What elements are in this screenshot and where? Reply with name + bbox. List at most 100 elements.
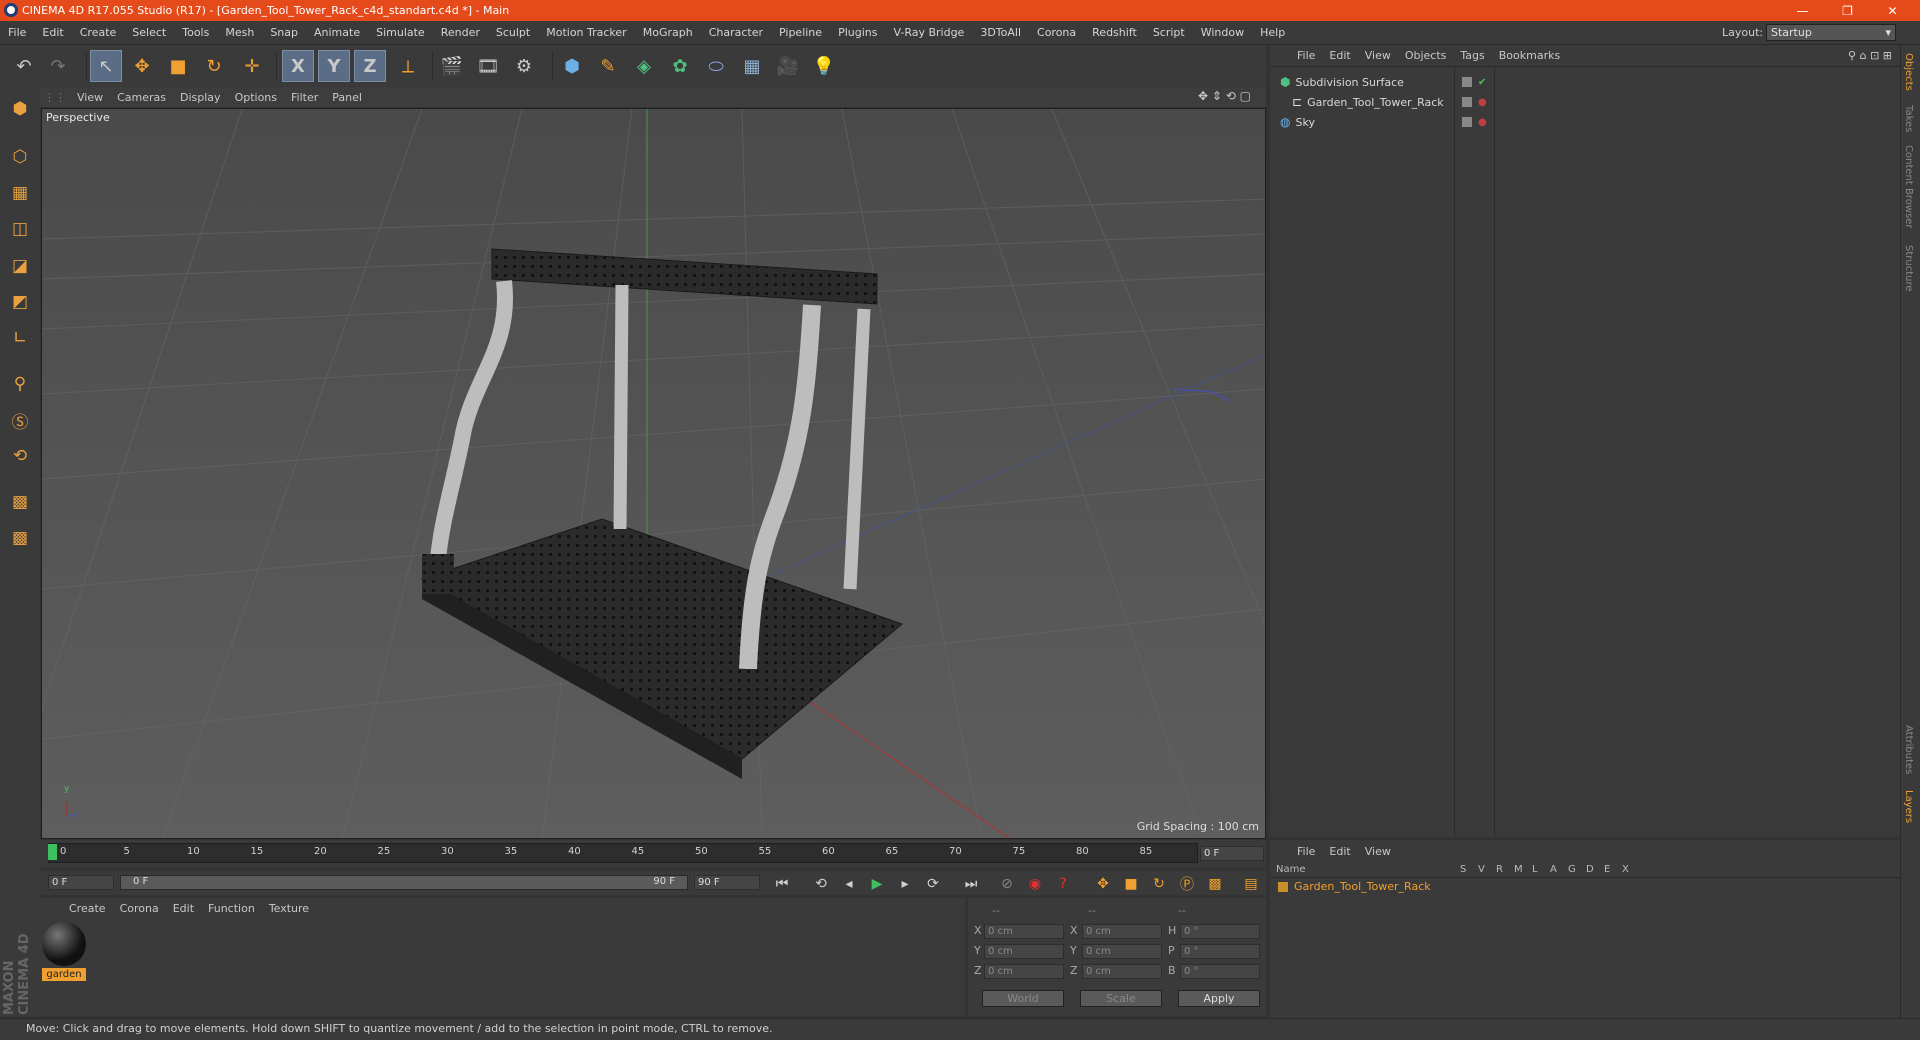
render-view-button[interactable]: 🎬 <box>436 50 468 82</box>
right-tab-layers[interactable]: Layers <box>1903 790 1914 823</box>
menu-item-plugins[interactable]: Plugins <box>830 26 885 39</box>
z-axis-lock-button[interactable]: Z <box>354 50 386 82</box>
select-tool-button[interactable]: ↖ <box>90 50 122 82</box>
next-keyframe-icon[interactable]: ⟳ <box>922 874 944 894</box>
object-row[interactable]: ⬢ Subdivision Surface ✔ <box>1274 73 1894 91</box>
end-frame-field[interactable]: 90 F <box>694 875 760 890</box>
object-row[interactable]: ◍ Sky ● <box>1274 113 1894 131</box>
menu-item-character[interactable]: Character <box>701 26 771 39</box>
layer-menu-edit[interactable]: Edit <box>1322 845 1357 858</box>
position-field[interactable]: 0 cm <box>984 944 1064 959</box>
size-field[interactable]: 0 cm <box>1082 944 1162 959</box>
close-button[interactable]: ✕ <box>1870 0 1915 21</box>
material-menu-corona[interactable]: Corona <box>113 902 166 915</box>
left-tool-5-icon[interactable]: ◩ <box>4 286 36 318</box>
menu-item-create[interactable]: Create <box>72 26 125 39</box>
menu-item-tools[interactable]: Tools <box>174 26 217 39</box>
cloner-button[interactable]: ✿ <box>664 50 696 82</box>
left-tool-7-icon[interactable]: ⚲ <box>4 368 36 400</box>
object-row[interactable]: ⊏ Garden_Tool_Tower_Rack ● <box>1274 93 1894 111</box>
viewport-menu-options[interactable]: Options <box>228 91 284 104</box>
menu-item-corona[interactable]: Corona <box>1029 26 1084 39</box>
menu-item-render[interactable]: Render <box>433 26 488 39</box>
rotation-field[interactable]: 0 ° <box>1180 924 1260 939</box>
layer-menu-view[interactable]: View <box>1358 845 1398 858</box>
current-frame-field[interactable]: 0 F <box>1200 846 1264 861</box>
viewport-menu-display[interactable]: Display <box>173 91 228 104</box>
minimize-button[interactable]: — <box>1780 0 1825 21</box>
material-menu-edit[interactable]: Edit <box>166 902 201 915</box>
menu-item-file[interactable]: File <box>0 26 34 39</box>
floor-button[interactable]: ▦ <box>736 50 768 82</box>
layer-row[interactable]: Garden_Tool_Tower_Rack <box>1278 880 1431 893</box>
viewport-menu-cameras[interactable]: Cameras <box>110 91 173 104</box>
key-pla-icon[interactable]: ▩ <box>1204 874 1226 894</box>
object-name[interactable]: Garden_Tool_Tower_Rack <box>1307 96 1444 109</box>
material-menu-texture[interactable]: Texture <box>262 902 316 915</box>
right-tab-structure[interactable]: Structure <box>1903 245 1914 292</box>
left-tool-3-icon[interactable]: ◫ <box>4 213 36 245</box>
object-name[interactable]: Sky <box>1295 116 1314 129</box>
playhead-marker[interactable] <box>48 844 57 860</box>
key-param-icon[interactable]: Ⓟ <box>1176 874 1198 894</box>
viewport-perspective[interactable]: y Perspective Grid Spacing : 100 cm <box>41 108 1266 839</box>
enable-toggle-icon[interactable]: ✔ <box>1478 77 1486 88</box>
material-menu-create[interactable]: Create <box>62 902 113 915</box>
enable-toggle-icon[interactable]: ● <box>1478 97 1487 108</box>
object-name[interactable]: Subdivision Surface <box>1295 76 1403 89</box>
object-menu-tags[interactable]: Tags <box>1453 49 1491 62</box>
menu-item-animate[interactable]: Animate <box>306 26 368 39</box>
record-keys-icon[interactable]: ⊘ <box>996 874 1018 894</box>
position-field[interactable]: 0 cm <box>984 964 1064 979</box>
visibility-toggle-icon[interactable] <box>1462 117 1472 127</box>
pen-spline-button[interactable]: ✎ <box>592 50 624 82</box>
scale-select[interactable]: Scale <box>1080 990 1162 1007</box>
timeline-ruler[interactable]: 051015202530354045505560657075808590 0 F <box>40 840 1266 868</box>
camera-button[interactable]: 🎥 <box>772 50 804 82</box>
viewport-menu-panel[interactable]: Panel <box>325 91 369 104</box>
rotation-field[interactable]: 0 ° <box>1180 944 1260 959</box>
visibility-toggle-icon[interactable] <box>1462 97 1472 107</box>
material-name[interactable]: garden <box>42 968 86 981</box>
object-menu-file[interactable]: File <box>1290 49 1322 62</box>
object-menu-edit[interactable]: Edit <box>1322 49 1357 62</box>
object-menu-objects[interactable]: Objects <box>1398 49 1454 62</box>
timeline-window-icon[interactable]: ▤ <box>1240 874 1262 894</box>
left-tool-4-icon[interactable]: ◪ <box>4 250 36 282</box>
prev-keyframe-icon[interactable]: ⟲ <box>810 874 832 894</box>
menu-item-script[interactable]: Script <box>1145 26 1193 39</box>
subdivision-surface-button[interactable]: ◈ <box>628 50 660 82</box>
step-forward-icon[interactable]: ▸ <box>894 874 916 894</box>
left-tool-10-icon[interactable]: ▩ <box>4 486 36 518</box>
goto-end-icon[interactable]: ⏭ <box>960 874 982 894</box>
material-menu-function[interactable]: Function <box>201 902 262 915</box>
live-selection-button[interactable]: ✛ <box>236 50 268 82</box>
left-tool-1-icon[interactable]: ⬡ <box>4 141 36 173</box>
menu-item-3dtoall[interactable]: 3DToAll <box>972 26 1029 39</box>
layer-menu-file[interactable]: File <box>1290 845 1322 858</box>
material-thumbnail[interactable] <box>42 922 86 966</box>
object-manager-search-icon[interactable]: ⚲ ⌂ ⊡ ⊞ <box>1848 49 1892 62</box>
coordinate-system-button[interactable]: ⟂ <box>392 50 424 82</box>
step-back-icon[interactable]: ◂ <box>838 874 860 894</box>
menu-item-mograph[interactable]: MoGraph <box>635 26 701 39</box>
start-frame-field[interactable]: 0 F <box>48 875 114 890</box>
light-button[interactable]: 💡 <box>808 50 840 82</box>
redo-button[interactable]: ↷ <box>42 50 74 82</box>
keyframe-help-icon[interactable]: ? <box>1052 874 1074 894</box>
menu-item-motion-tracker[interactable]: Motion Tracker <box>538 26 634 39</box>
menu-item-window[interactable]: Window <box>1193 26 1252 39</box>
rotation-field[interactable]: 0 ° <box>1180 964 1260 979</box>
right-tab-objects[interactable]: Objects <box>1903 53 1914 91</box>
restore-button[interactable]: ❐ <box>1825 0 1870 21</box>
size-field[interactable]: 0 cm <box>1082 924 1162 939</box>
left-tool-9-icon[interactable]: ⟲ <box>4 440 36 472</box>
enable-toggle-icon[interactable]: ● <box>1478 117 1487 128</box>
size-field[interactable]: 0 cm <box>1082 964 1162 979</box>
layout-select[interactable]: Startup ▾ <box>1766 24 1896 41</box>
play-icon[interactable]: ▶ <box>866 874 888 894</box>
world-select[interactable]: World <box>982 990 1064 1007</box>
viewport-menu-view[interactable]: View <box>70 91 110 104</box>
object-menu-view[interactable]: View <box>1358 49 1398 62</box>
layer-color-swatch[interactable] <box>1278 881 1288 892</box>
